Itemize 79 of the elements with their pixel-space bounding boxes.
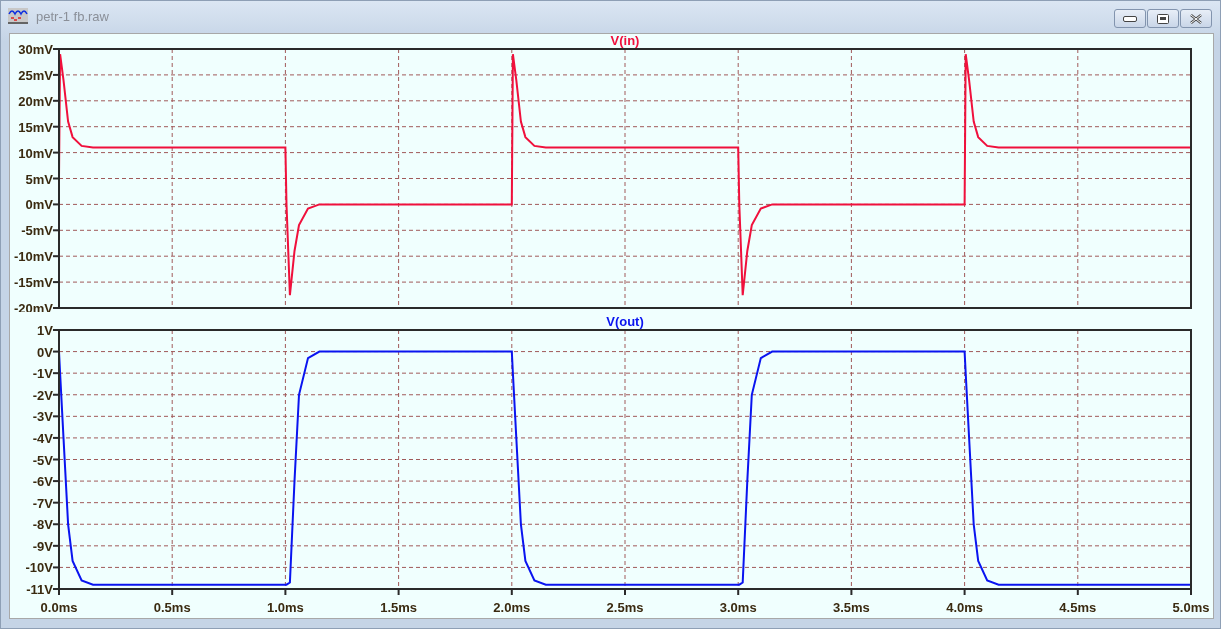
axis-label: -6V [32,474,53,490]
trace-name: V(out) [606,314,644,329]
y-tick-mark [52,458,60,461]
x-tick-mark [1076,588,1079,596]
axis-label: 0V [37,344,53,360]
close-button[interactable] [1180,9,1212,28]
axis-label: -4V [32,430,53,446]
close-icon [1190,13,1202,24]
axis-label: 1.5ms [380,600,418,615]
maximize-icon [1157,13,1169,24]
y-tick-mark [52,523,60,526]
y-tick-mark [52,393,60,396]
axis-label: 1V [37,323,53,338]
axis-label: -15mV [13,275,53,291]
x-tick-mark [1190,588,1192,596]
axis-label: 4.5ms [1059,600,1097,615]
axis-label: 10mV [18,145,53,161]
y-tick-mark [52,281,60,284]
axis-label: 3.0ms [719,600,757,615]
x-tick-mark [171,588,174,596]
maximize-button[interactable] [1147,9,1179,28]
axis-label: 0mV [25,197,53,213]
y-tick-mark [52,436,60,439]
x-tick-mark [963,588,966,596]
axis-label: 4.0ms [946,600,984,615]
x-tick-mark [284,588,287,596]
y-tick-mark [52,372,60,375]
axis-label: -10V [25,560,53,576]
y-tick-mark [52,415,60,418]
y-tick-mark [52,151,60,154]
y-tick-mark [52,229,60,232]
axis-label: -3V [32,409,53,425]
axis-label: 30mV [18,42,53,57]
axis-label: 2.0ms [493,600,531,615]
minimize-button[interactable] [1114,9,1146,28]
axis-label: -8V [32,517,53,533]
y-tick-mark [52,350,60,353]
y-tick-mark [52,203,60,206]
axis-label: -7V [32,495,53,511]
axis-label: 20mV [18,93,53,109]
axis-label: 0.5ms [153,600,191,615]
axis-label: 3.5ms [832,600,870,615]
axis-label: 0.0ms [40,600,78,615]
x-tick-mark [397,588,400,596]
waveform-icon [8,8,28,24]
y-tick-mark [52,73,60,76]
y-tick-mark [52,177,60,180]
y-tick-mark [52,501,60,504]
x-tick-mark [510,588,513,596]
y-tick-mark [52,99,60,102]
axis-label: 1.0ms [266,600,304,615]
x-tick-mark [737,588,740,596]
y-tick-mark [52,544,60,547]
axis-label: 25mV [18,67,53,83]
minimize-icon [1123,15,1137,22]
axis-label: 2.5ms [606,600,644,615]
trace-name: V(in) [610,34,640,48]
axis-label: -2V [32,387,53,403]
axis-label: -5mV [21,223,53,239]
axis-label: -1V [32,366,53,382]
y-tick-mark [52,480,60,483]
axis-label: 5mV [25,171,53,187]
y-tick-mark [52,566,60,569]
window-title: petr-1 fb.raw [36,8,110,24]
y-tick-mark [52,255,60,258]
x-tick-mark [58,588,60,596]
axis-label: -5V [32,452,53,468]
y-tick-mark [52,588,60,590]
axis-label: 15mV [18,119,53,135]
x-tick-mark [624,588,626,596]
axis-label: -11V [26,582,53,597]
y-tick-mark [52,48,60,50]
axis-label: -10mV [13,249,53,265]
y-tick-mark [52,329,60,331]
y-tick-mark [52,307,60,309]
axis-label: 5.0ms [1172,600,1210,615]
axis-label: -9V [32,538,53,554]
x-tick-mark [850,588,853,596]
y-tick-mark [52,125,60,128]
